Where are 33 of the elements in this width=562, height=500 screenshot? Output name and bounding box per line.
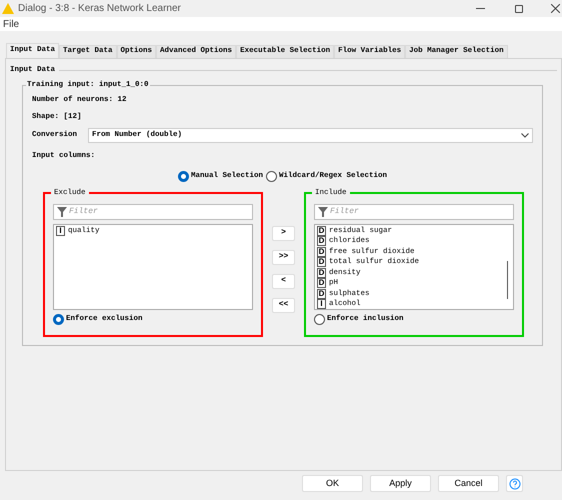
move-button[interactable]: < (272, 274, 295, 288)
close-icon[interactable] (551, 4, 560, 13)
dialog-button[interactable]: Cancel (438, 475, 499, 492)
type-badge: D (317, 257, 326, 268)
scrollbar-thumb[interactable] (507, 260, 508, 298)
type-badge: D (317, 278, 326, 288)
radio-button[interactable] (266, 171, 277, 182)
window-title: Dialog - 3:8 - Keras Network Learner (18, 2, 182, 16)
menu-item[interactable]: File (3, 16, 20, 32)
type-badge: I (317, 299, 326, 308)
radio-button[interactable] (178, 171, 189, 182)
dialog-button[interactable]: Apply (370, 475, 431, 492)
dialog-button[interactable]: OK (302, 475, 363, 492)
type-badge: D (317, 226, 326, 236)
radio-button[interactable] (314, 314, 325, 325)
type-badge: D (317, 246, 326, 257)
move-button[interactable]: > (272, 226, 295, 240)
type-badge: D (317, 268, 326, 278)
move-button[interactable]: >> (272, 250, 295, 264)
filter-field[interactable]: Filter (53, 204, 253, 220)
filter-field[interactable]: Filter (314, 204, 514, 220)
filter-icon (57, 206, 67, 216)
type-badge: D (317, 236, 326, 246)
app-logo-icon (2, 3, 14, 14)
maximize-icon[interactable] (515, 4, 523, 12)
chevron-down-icon (521, 133, 529, 138)
type-badge: D (317, 288, 326, 299)
move-button[interactable]: << (272, 298, 295, 312)
help-button[interactable] (506, 475, 523, 492)
help-icon (508, 478, 520, 490)
type-badge: I (56, 226, 65, 236)
filter-icon (318, 206, 328, 216)
radio-button[interactable] (53, 314, 64, 325)
